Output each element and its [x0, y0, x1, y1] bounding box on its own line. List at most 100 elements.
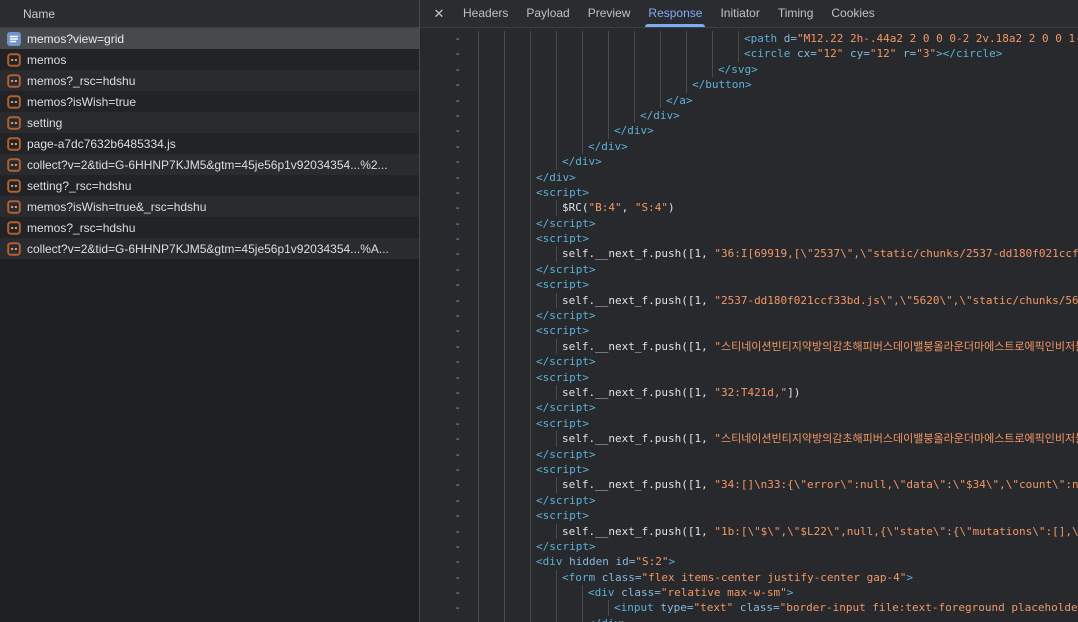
fetch-icon — [7, 74, 21, 88]
code-line: - <script> — [420, 277, 1078, 292]
code-line: -</script> — [420, 400, 1078, 415]
code-text: </script> — [536, 262, 596, 277]
network-request-list: Name memos?view=gridmemosmemos?_rsc=hdsh… — [0, 0, 420, 622]
tab-response[interactable]: Response — [639, 0, 711, 27]
request-row[interactable]: memos?view=grid — [0, 28, 419, 49]
code-line: -self.__next_f.push([1, "1b:[\"$\",\"$L2… — [420, 524, 1078, 539]
request-name: collect?v=2&tid=G-6HHNP7KJM5&gtm=45je56p… — [27, 158, 388, 172]
code-text: <script> — [536, 416, 589, 431]
detail-tabbar: ✕ HeadersPayloadPreviewResponseInitiator… — [420, 0, 1078, 28]
line-gutter-mark: - — [420, 46, 478, 61]
indent-guides — [478, 524, 557, 539]
code-line: -</a> — [420, 93, 1078, 108]
line-gutter-mark: - — [420, 539, 478, 554]
code-line: -</div> — [420, 170, 1078, 185]
line-gutter-mark: - — [420, 277, 478, 292]
response-code-viewer[interactable]: - <path d="M12.22 2h-.44a2 2 0 0 0-2 2v.1… — [420, 28, 1078, 622]
request-row[interactable]: page-a7dc7632b6485334.js — [0, 133, 419, 154]
indent-guides — [478, 370, 531, 385]
indent-guides — [478, 31, 739, 46]
line-gutter-mark: - — [420, 339, 478, 354]
code-text: </script> — [536, 400, 596, 415]
indent-guides — [478, 231, 531, 246]
tab-initiator[interactable]: Initiator — [711, 0, 768, 27]
indent-guides — [478, 123, 609, 138]
line-gutter-mark: - — [420, 231, 478, 246]
line-gutter-mark: - — [420, 77, 478, 92]
code-text: self.__next_f.push([1, "34:[]\n33:{\"err… — [562, 477, 1078, 492]
request-row[interactable]: memos?_rsc=hdshu — [0, 70, 419, 91]
code-text: <div hidden id="S:2"> — [536, 554, 675, 569]
line-gutter-mark: - — [420, 354, 478, 369]
request-row[interactable]: memos — [0, 49, 419, 70]
indent-guides — [478, 600, 609, 615]
code-line: -</div> — [420, 139, 1078, 154]
detail-tabs: HeadersPayloadPreviewResponseInitiatorTi… — [454, 0, 884, 27]
code-text: </script> — [536, 354, 596, 369]
request-name: memos?isWish=true — [27, 95, 136, 109]
code-text: </script> — [536, 216, 596, 231]
tab-headers[interactable]: Headers — [454, 0, 517, 27]
indent-guides — [478, 477, 557, 492]
request-name: memos?view=grid — [27, 32, 124, 46]
line-gutter-mark: - — [420, 462, 478, 477]
code-line: -<script> — [420, 508, 1078, 523]
indent-guides — [478, 277, 531, 292]
request-row[interactable]: collect?v=2&tid=G-6HHNP7KJM5&gtm=45je56p… — [0, 154, 419, 175]
request-row[interactable]: memos?_rsc=hdshu — [0, 217, 419, 238]
tab-preview[interactable]: Preview — [579, 0, 640, 27]
code-text: </svg> — [718, 62, 758, 77]
code-text: <path d="M12.22 2h-.44a2 2 0 0 0-2 2v.18… — [744, 31, 1078, 46]
code-text: <script> — [536, 185, 589, 200]
tab-payload[interactable]: Payload — [517, 0, 578, 27]
code-text: <div class="relative max-w-sm"> — [588, 585, 793, 600]
line-gutter-mark: - — [420, 31, 478, 46]
code-text: <form class="flex items-center justify-c… — [562, 570, 913, 585]
request-name: memos?isWish=true&_rsc=hdshu — [27, 200, 206, 214]
indent-guides — [478, 216, 531, 231]
indent-guides — [478, 431, 557, 446]
request-row[interactable]: memos?isWish=true — [0, 91, 419, 112]
indent-guides — [478, 616, 583, 622]
line-gutter-mark: - — [420, 154, 478, 169]
code-text: <script> — [536, 508, 589, 523]
line-gutter-mark: - — [420, 62, 478, 77]
code-text: </div> — [588, 139, 628, 154]
code-line: - </script> — [420, 354, 1078, 369]
request-detail-pane: ✕ HeadersPayloadPreviewResponseInitiator… — [420, 0, 1078, 622]
indent-guides — [478, 93, 661, 108]
code-line: -<script> — [420, 185, 1078, 200]
code-line: -self.__next_f.push([1, "36:I[69919,[\"2… — [420, 246, 1078, 261]
indent-guides — [478, 62, 713, 77]
code-text: <script> — [536, 231, 589, 246]
line-gutter-mark: - — [420, 293, 478, 308]
request-row[interactable]: memos?isWish=true&_rsc=hdshu — [0, 196, 419, 217]
request-name: setting?_rsc=hdshu — [27, 179, 131, 193]
code-line: -<circle cx="12" cy="12" r="3"></circle> — [420, 46, 1078, 61]
code-line: -self.__next_f.push([1, "스티네이션빈티지약방의감초해피… — [420, 431, 1078, 446]
indent-guides — [478, 77, 687, 92]
request-row[interactable]: setting?_rsc=hdshu — [0, 175, 419, 196]
request-row[interactable]: setting — [0, 112, 419, 133]
tab-cookies[interactable]: Cookies — [822, 0, 883, 27]
line-gutter-mark: - — [420, 570, 478, 585]
code-text: self.__next_f.push([1, "36:I[69919,[\"25… — [562, 246, 1078, 261]
request-row[interactable]: collect?v=2&tid=G-6HHNP7KJM5&gtm=45je56p… — [0, 238, 419, 259]
request-name: memos?_rsc=hdshu — [27, 221, 135, 235]
request-name: collect?v=2&tid=G-6HHNP7KJM5&gtm=45je56p… — [27, 242, 389, 256]
fetch-icon — [7, 221, 21, 235]
indent-guides — [478, 416, 531, 431]
line-gutter-mark: - — [420, 170, 478, 185]
code-line: -<script> — [420, 462, 1078, 477]
code-text: self.__next_f.push([1, "2537-dd180f021cc… — [562, 293, 1078, 308]
code-text: <script> — [536, 277, 589, 292]
indent-guides — [478, 170, 531, 185]
tab-timing[interactable]: Timing — [769, 0, 823, 27]
close-icon[interactable]: ✕ — [424, 0, 454, 27]
code-text: self.__next_f.push([1, "스티네이션빈티지약방의감초해피버… — [562, 431, 1078, 446]
request-rows: memos?view=gridmemosmemos?_rsc=hdshumemo… — [0, 28, 419, 622]
name-column-header[interactable]: Name — [0, 0, 419, 28]
code-line: -</script> — [420, 493, 1078, 508]
indent-guides — [478, 385, 557, 400]
code-line: - self.__next_f.push([1, "2537-dd180f021c… — [420, 293, 1078, 308]
